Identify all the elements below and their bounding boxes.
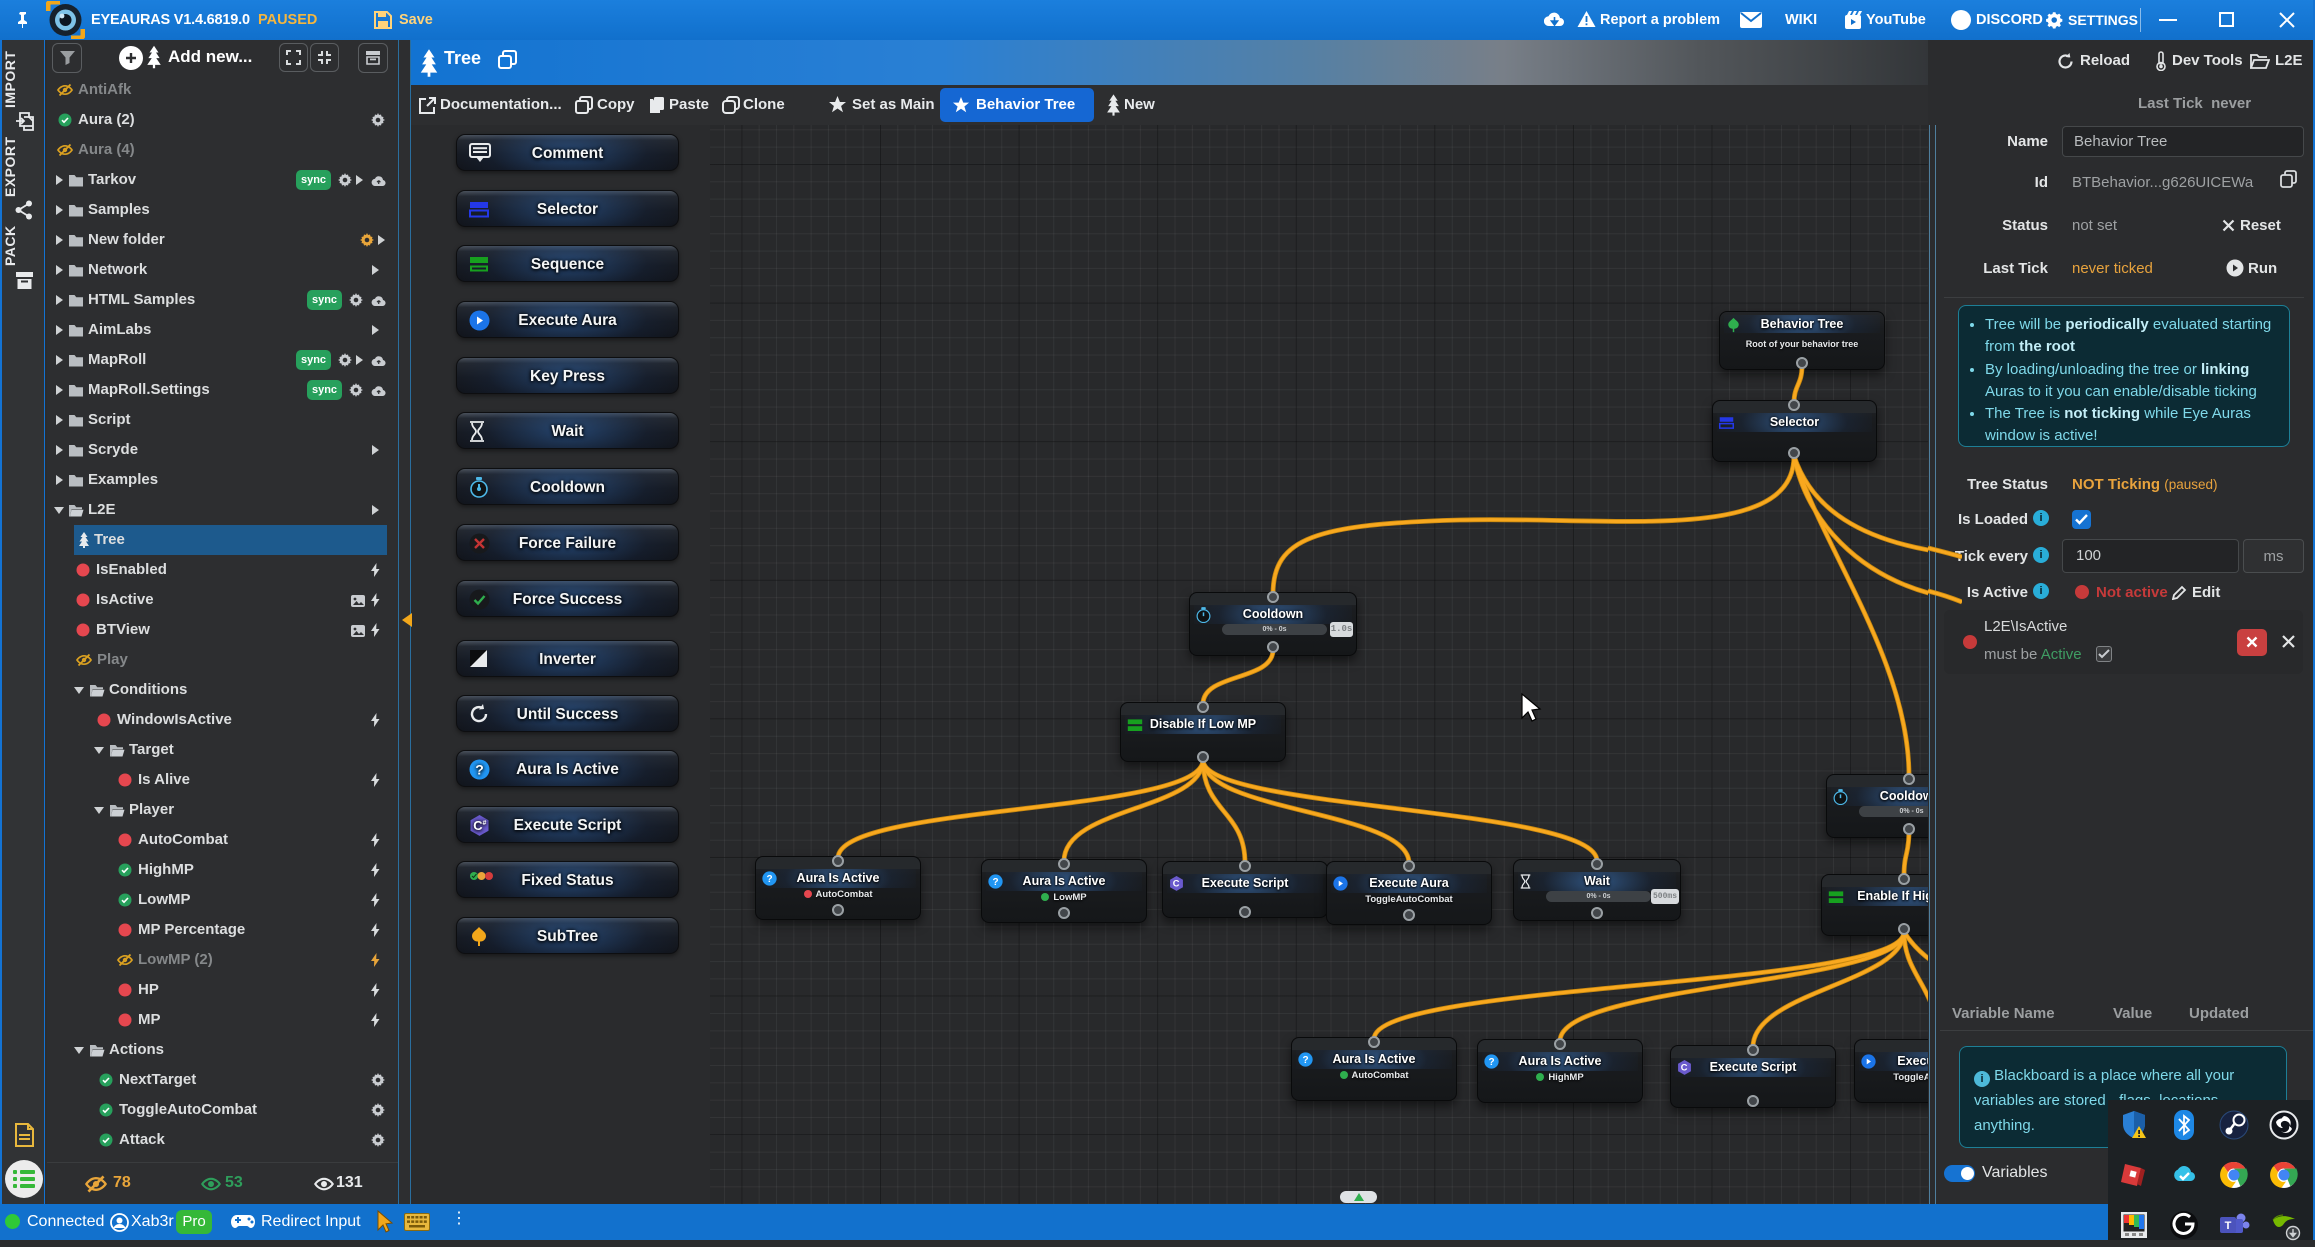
svg-text:?: ?	[1302, 1055, 1308, 1066]
svg-text:?: ?	[1488, 1057, 1494, 1068]
svg-text:C: C	[1681, 1063, 1688, 1073]
svg-text:T: T	[2225, 1220, 2232, 1232]
svg-text:C: C	[1173, 879, 1180, 889]
svg-text:#: #	[483, 820, 487, 827]
svg-text:?: ?	[475, 762, 484, 778]
svg-text:?: ?	[992, 877, 998, 888]
svg-text:?: ?	[766, 874, 772, 885]
